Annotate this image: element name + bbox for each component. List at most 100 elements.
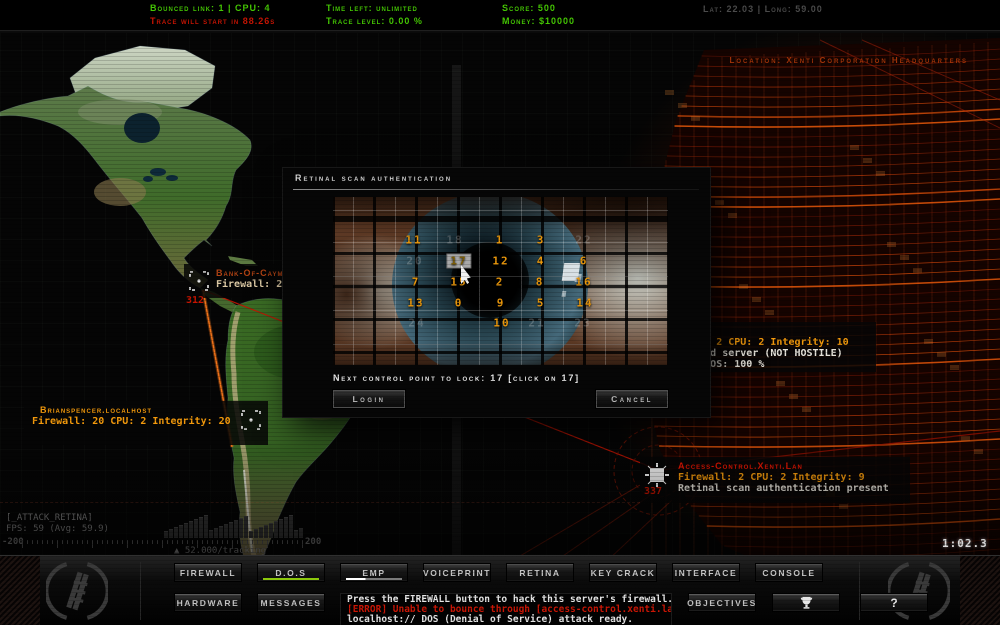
trophy-icon	[800, 596, 813, 610]
messages-button[interactable]: MESSAGES	[257, 593, 325, 612]
game-screen: Location: Xenti Corporation Headquarters…	[0, 0, 1000, 625]
retina-button[interactable]: RETINA	[506, 563, 574, 582]
retina-control-point-7[interactable]: 7	[412, 276, 421, 289]
charge-indicator	[346, 578, 401, 580]
firewall-button[interactable]: FIREWALL	[174, 563, 242, 582]
location-label: Location: Xenti Corporation Headquarters	[729, 56, 968, 65]
histogram-bar	[174, 527, 178, 538]
trace-level: Trace level: 0.00 %	[326, 16, 423, 26]
voiceprint-button[interactable]: VOICEPRINT	[423, 563, 491, 582]
mission-timer: 1:02.3	[942, 537, 988, 550]
building-line	[678, 103, 687, 108]
ruler-tick	[267, 540, 268, 548]
ruler-tick	[27, 540, 28, 544]
retina-control-point-16[interactable]: 16	[575, 276, 592, 289]
building-line	[950, 365, 959, 370]
building-line	[665, 90, 674, 95]
building-line	[876, 171, 885, 176]
histogram-bar	[289, 515, 293, 538]
ruler-tick	[212, 540, 213, 544]
retina-control-point-2[interactable]: 2	[496, 276, 505, 289]
retina-control-point-13[interactable]: 13	[407, 297, 424, 310]
ruler-min-label: -200	[2, 537, 24, 547]
login-button[interactable]: Login	[333, 390, 405, 408]
game-logo-left	[46, 560, 108, 622]
retina-scan-image[interactable]: 11181322201712467152816130951424102123	[333, 197, 668, 365]
histogram-bar	[219, 526, 223, 538]
ruler-tick	[42, 540, 43, 544]
retina-control-point-22[interactable]: 22	[575, 234, 592, 247]
target-reticle-icon	[240, 409, 262, 431]
ruler-tick	[77, 540, 78, 544]
retina-control-point-21[interactable]: 21	[528, 317, 545, 330]
histogram-bar	[254, 529, 258, 538]
retina-control-point-10[interactable]: 10	[493, 317, 510, 330]
retina-control-point-23[interactable]: 23	[574, 317, 591, 330]
achievements-button[interactable]	[772, 593, 840, 612]
ruler-tick	[222, 540, 223, 544]
ruler-tick	[132, 540, 133, 544]
interface-button[interactable]: INTERFACE	[672, 563, 740, 582]
emp-button[interactable]: EMP	[340, 563, 408, 582]
histogram-bar	[169, 529, 173, 538]
building-line	[961, 436, 970, 441]
retina-control-point-18[interactable]: 18	[446, 234, 463, 247]
histogram-bar	[274, 521, 278, 538]
ruler-tick	[47, 540, 48, 544]
ruler-tick	[252, 540, 253, 544]
retina-control-point-14[interactable]: 14	[576, 297, 593, 310]
d-o-s-button[interactable]: D.O.S	[257, 563, 325, 582]
node-box-access-control[interactable]: Access-Control.Xenti.Lan Firewall: 2 CPU…	[640, 457, 910, 503]
histogram-bar	[189, 521, 193, 538]
retina-control-point-1[interactable]: 1	[496, 234, 505, 247]
help-button[interactable]: ?	[860, 593, 928, 612]
score: Score: 500	[502, 3, 556, 13]
dialog-title: Retinal scan authentication	[295, 173, 452, 183]
retina-control-point-4[interactable]: 4	[537, 255, 546, 268]
key-crack-button[interactable]: KEY CRACK	[589, 563, 657, 582]
ruler-tick	[162, 540, 163, 548]
retina-control-point-0[interactable]: 0	[455, 297, 464, 310]
building-line	[739, 284, 748, 289]
retina-control-point-20[interactable]: 20	[406, 255, 423, 268]
ruler-tick	[22, 540, 23, 548]
building-line	[789, 394, 798, 399]
building-line	[728, 213, 737, 218]
ruler-tick	[217, 540, 218, 544]
ruler-tick	[112, 540, 113, 544]
histogram-bar	[204, 515, 208, 538]
retina-control-point-5[interactable]: 5	[537, 297, 546, 310]
latitude-dashed-line	[0, 502, 640, 503]
message-console[interactable]: Press the FIREWALL button to hack this s…	[340, 593, 672, 625]
retina-control-point-9[interactable]: 9	[497, 297, 506, 310]
ruler-tick	[282, 540, 283, 544]
retina-control-point-24[interactable]: 24	[408, 317, 425, 330]
panel-divider-left	[140, 562, 141, 620]
node-name: Brianspencer.localhost	[32, 404, 232, 416]
cancel-button[interactable]: Cancel	[596, 390, 668, 408]
ruler-tick	[297, 540, 298, 544]
ruler-tick	[52, 540, 53, 544]
retina-control-point-8[interactable]: 8	[536, 276, 545, 289]
ruler-tick	[167, 540, 168, 544]
ruler-tick	[102, 540, 103, 544]
node-info-2: Retinal scan authentication present	[678, 483, 902, 494]
node-info: Firewall: 20 CPU: 2 Integrity: 20	[32, 416, 232, 427]
ruler-tick	[32, 540, 33, 544]
ruler-tick	[292, 540, 293, 544]
building-line	[839, 504, 848, 509]
retina-control-point-6[interactable]: 6	[580, 255, 589, 268]
hardware-button[interactable]: HARDWARE	[174, 593, 242, 612]
retina-control-point-12[interactable]: 12	[492, 255, 509, 268]
console-button[interactable]: CONSOLE	[755, 563, 823, 582]
ruler-tick	[67, 540, 68, 544]
node-box-brianspencer[interactable]: Brianspencer.localhost Firewall: 20 CPU:…	[24, 401, 268, 445]
ruler-tick	[62, 540, 63, 544]
retina-control-point-17[interactable]: 17	[447, 255, 470, 268]
histogram-bar	[209, 530, 213, 538]
retina-control-point-11[interactable]: 11	[405, 234, 422, 247]
objectives-button[interactable]: OBJECTIVES	[688, 593, 756, 612]
toolbar-row-attacks: FIREWALL D.O.S EMP VOICEPRINT RETINA KEY CRAC…	[174, 563, 823, 582]
retina-control-point-3[interactable]: 3	[537, 234, 546, 247]
ruler-tick	[122, 540, 123, 544]
